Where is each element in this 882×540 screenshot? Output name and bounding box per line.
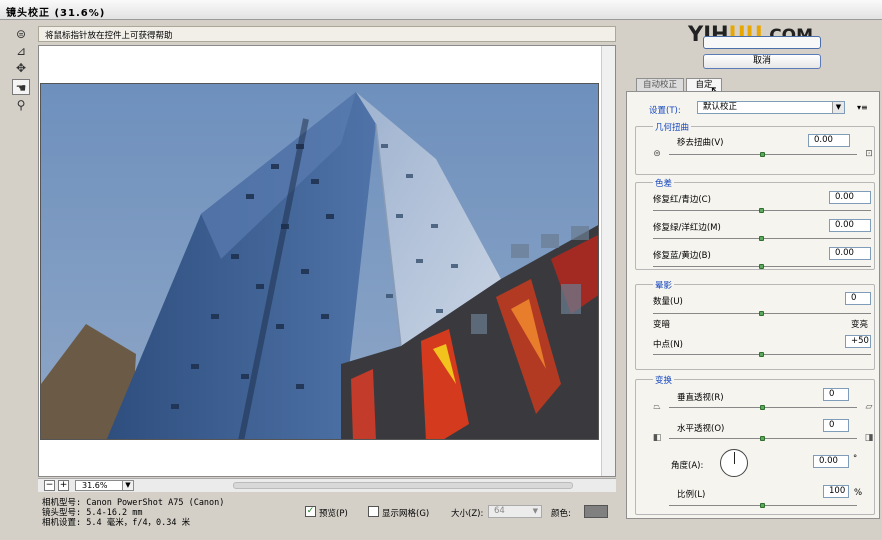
hand-tool-icon[interactable]: ☚ bbox=[12, 79, 30, 95]
fix-green-magenta-label: 修复绿/洋红边(M) bbox=[653, 223, 721, 233]
scale-unit: % bbox=[854, 488, 863, 498]
preview-image[interactable] bbox=[40, 83, 599, 440]
building-photo bbox=[41, 84, 598, 439]
move-grid-icon[interactable]: ✥ bbox=[12, 60, 30, 76]
fix-green-magenta-slider[interactable] bbox=[653, 236, 871, 241]
vignette-midpoint-label: 中点(N) bbox=[653, 340, 683, 350]
distortion-tool-icon[interactable]: ⊜ bbox=[12, 26, 30, 42]
preview-options: ✓ 预览(P) 显示网格(G) 大小(Z): 64 ▼ 颜色: bbox=[305, 505, 615, 521]
angle-field[interactable]: 0.00 bbox=[813, 455, 849, 468]
show-grid-label: 显示网格(G) bbox=[382, 509, 430, 519]
camera-info: 相机型号: Canon PowerShot A75 (Canon) 镜头型号: … bbox=[42, 498, 302, 528]
slider-thumb[interactable] bbox=[760, 405, 765, 410]
horizontal-scrollbar[interactable] bbox=[233, 482, 573, 489]
vertical-perspective-left-icon: ⏢ bbox=[653, 402, 661, 412]
vignette-title: 晕影 bbox=[653, 279, 675, 291]
vertical-perspective-field[interactable]: 0 bbox=[823, 388, 849, 401]
slider-thumb[interactable] bbox=[759, 208, 764, 213]
angle-dial-needle bbox=[734, 452, 735, 464]
fix-red-cyan-label: 修复红/青边(C) bbox=[653, 195, 711, 205]
tab-auto-correction[interactable]: 自动校正 bbox=[636, 78, 684, 92]
fix-red-cyan-slider[interactable] bbox=[653, 208, 871, 213]
vignette-midpoint-field[interactable]: +50 bbox=[845, 335, 871, 348]
tool-strip: ⊜ ⊿ ✥ ☚ ⚲ bbox=[8, 24, 34, 119]
slider-thumb[interactable] bbox=[759, 236, 764, 241]
ok-button[interactable] bbox=[703, 36, 821, 49]
settings-value: 默认校正 bbox=[703, 102, 738, 112]
slider-thumb[interactable] bbox=[760, 436, 765, 441]
fix-blue-yellow-label: 修复蓝/黄边(B) bbox=[653, 251, 711, 261]
zoom-out-button[interactable]: − bbox=[44, 480, 55, 491]
slider-thumb[interactable] bbox=[759, 311, 764, 316]
remove-distortion-label: 移去扭曲(V) bbox=[677, 138, 724, 148]
fix-blue-yellow-field[interactable]: 0.00 bbox=[829, 247, 871, 260]
show-grid-checkbox[interactable] bbox=[368, 506, 379, 517]
help-hint-text: 将鼠标指针放在控件上可获得帮助 bbox=[45, 31, 173, 41]
transform-title: 变换 bbox=[653, 374, 675, 386]
zoom-in-button[interactable]: + bbox=[58, 480, 69, 491]
settings-select[interactable]: 默认校正 ▼ bbox=[697, 101, 845, 114]
remove-distortion-field[interactable]: 0.00 bbox=[808, 134, 850, 147]
slider-thumb[interactable] bbox=[759, 264, 764, 269]
vertical-scrollbar[interactable] bbox=[601, 46, 615, 476]
vertical-perspective-slider[interactable] bbox=[669, 405, 857, 410]
horizontal-perspective-left-icon: ◧ bbox=[652, 433, 662, 443]
window-title: 镜头校正 (31.6%) bbox=[6, 8, 106, 19]
grid-color-swatch[interactable] bbox=[584, 505, 608, 518]
grid-size-label: 大小(Z): bbox=[451, 509, 484, 519]
zoom-tool-icon[interactable]: ⚲ bbox=[12, 97, 30, 113]
camera-model: 相机型号: Canon PowerShot A75 (Canon) bbox=[42, 498, 225, 508]
camera-settings: 相机设置: 5.4 毫米，f/4，0.34 米 bbox=[42, 518, 191, 528]
vertical-perspective-right-icon: ⏥ bbox=[865, 402, 873, 412]
horizontal-perspective-slider[interactable] bbox=[669, 436, 857, 441]
angle-dial[interactable] bbox=[720, 449, 748, 477]
fix-red-cyan-field[interactable]: 0.00 bbox=[829, 191, 871, 204]
settings-label: 设置(T): bbox=[649, 106, 681, 116]
zoom-level-field[interactable]: 31.6% bbox=[75, 480, 123, 491]
preview-checkbox[interactable]: ✓ bbox=[305, 506, 316, 517]
barrel-icon: ⊡ bbox=[865, 149, 873, 159]
slider-thumb[interactable] bbox=[760, 503, 765, 508]
scale-slider[interactable] bbox=[669, 503, 857, 508]
pincushion-icon: ⊜ bbox=[653, 149, 661, 159]
vignette-amount-label: 数量(U) bbox=[653, 297, 683, 307]
tab-bar: 自动校正 自定 ↖ bbox=[630, 78, 880, 99]
vignette-amount-field[interactable]: 0 bbox=[845, 292, 871, 305]
grid-color-label: 颜色: bbox=[551, 509, 571, 519]
chromatic-aberration-title: 色差 bbox=[653, 177, 675, 189]
zoom-dropdown-icon[interactable]: ▼ bbox=[122, 480, 134, 491]
scale-label: 比例(L) bbox=[677, 490, 706, 500]
remove-distortion-slider[interactable] bbox=[669, 152, 857, 157]
straighten-tool-icon[interactable]: ⊿ bbox=[12, 43, 30, 59]
chevron-down-icon: ▼ bbox=[532, 507, 538, 515]
fix-blue-yellow-slider[interactable] bbox=[653, 264, 871, 269]
help-hint-bar: 将鼠标指针放在控件上可获得帮助 bbox=[38, 26, 616, 42]
vignette-midpoint-slider[interactable] bbox=[653, 352, 871, 357]
settings-menu-icon[interactable]: ▾≡ bbox=[857, 103, 868, 112]
slider-thumb[interactable] bbox=[759, 352, 764, 357]
preview-label: 预览(P) bbox=[319, 509, 348, 519]
horizontal-perspective-label: 水平透视(O) bbox=[677, 424, 725, 434]
darken-label: 变暗 bbox=[653, 320, 671, 330]
lens-model: 镜头型号: 5.4-16.2 mm bbox=[42, 508, 143, 518]
grid-size-value: 64 bbox=[494, 506, 505, 516]
geometric-distortion-title: 几何扭曲 bbox=[653, 121, 692, 133]
scale-field[interactable]: 100 bbox=[823, 485, 849, 498]
lighten-label: 变亮 bbox=[851, 320, 869, 330]
vignette-amount-slider[interactable] bbox=[653, 311, 871, 316]
horizontal-perspective-right-icon: ◨ bbox=[864, 433, 874, 443]
fix-green-magenta-field[interactable]: 0.00 bbox=[829, 219, 871, 232]
angle-unit: ° bbox=[853, 454, 858, 464]
custom-settings-panel: 设置(T): 默认校正 ▼ ▾≡ 几何扭曲 移去扭曲(V) 0.00 ⊜ ⊡ 色… bbox=[626, 91, 880, 519]
cancel-button[interactable]: 取消 bbox=[703, 54, 821, 69]
angle-label: 角度(A): bbox=[671, 461, 704, 471]
grid-size-select[interactable]: 64 ▼ bbox=[488, 505, 542, 518]
vertical-perspective-label: 垂直透视(R) bbox=[677, 393, 724, 403]
horizontal-perspective-field[interactable]: 0 bbox=[823, 419, 849, 432]
slider-thumb[interactable] bbox=[760, 152, 765, 157]
zoom-bar: − + 31.6% ▼ bbox=[38, 478, 616, 492]
window-title-bar: 镜头校正 (31.6%) bbox=[0, 0, 882, 20]
chevron-down-icon: ▼ bbox=[832, 102, 844, 113]
